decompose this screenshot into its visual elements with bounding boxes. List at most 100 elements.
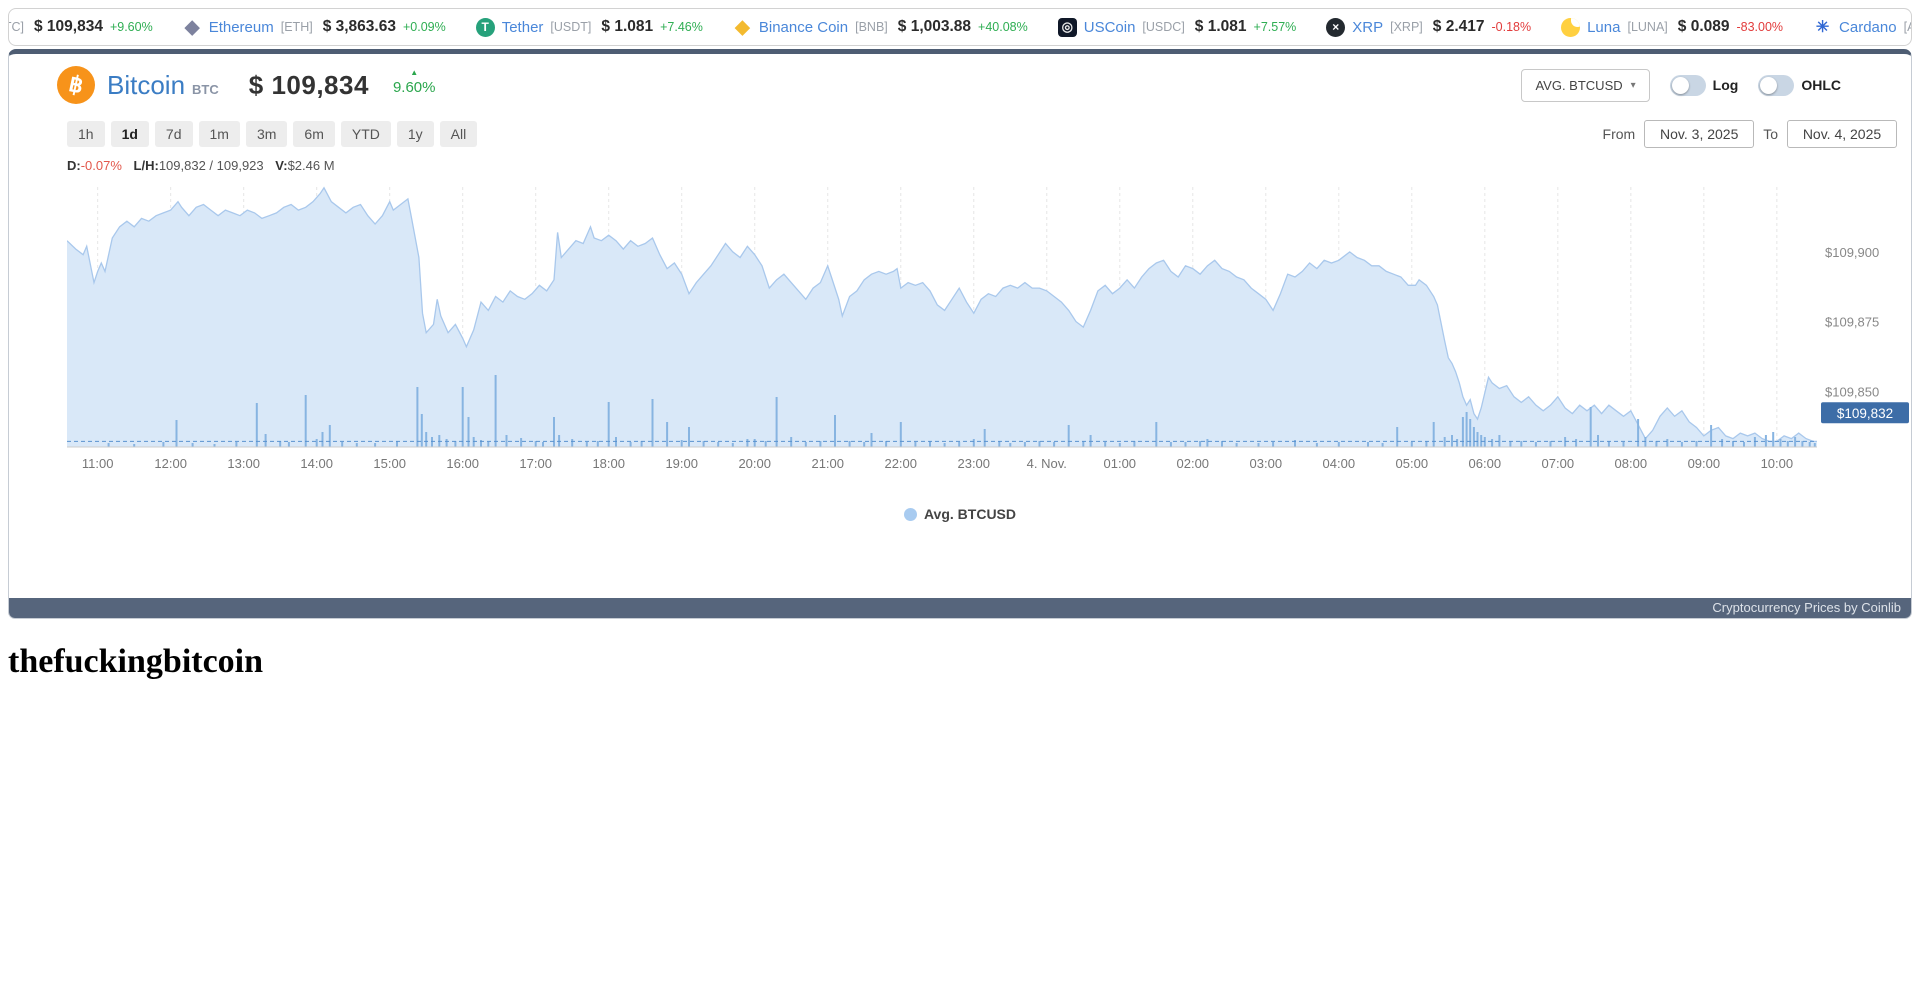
range-toolbar: 1h1d7d1m3m6m YTD1yAll From To <box>67 120 1897 148</box>
ticker-coin-name: XRP <box>1352 19 1383 36</box>
ticker-coin-price: $ 3,863.63 <box>323 18 396 36</box>
ticker-item-usdc[interactable]: ◎USCoin[USDC]$ 1.081+7.57% <box>1058 18 1297 37</box>
range-button-1h[interactable]: 1h <box>67 121 105 147</box>
y-axis-tick-label: $109,875 <box>1825 315 1879 330</box>
ticker-coin-symbol: [ETH] <box>281 20 313 34</box>
x-axis-tick-label: 12:00 <box>154 456 187 471</box>
bnb-icon: ◆ <box>733 18 752 37</box>
range-button-6m[interactable]: 6m <box>293 121 334 147</box>
price-chart[interactable]: 11:0012:0013:0014:0015:0016:0017:0018:00… <box>67 177 1912 482</box>
ticker-coin-change: -0.18% <box>1491 20 1531 34</box>
ticker-coin-symbol: [BNB] <box>855 20 888 34</box>
current-price-badge: $109,832 <box>1837 406 1893 421</box>
coin-name: Bitcoin <box>107 70 185 101</box>
widget-footer: Cryptocurrency Prices by Coinlib <box>9 598 1911 618</box>
x-axis-tick-label: 4. Nov. <box>1027 456 1067 471</box>
x-axis-tick-label: 21:00 <box>811 456 844 471</box>
ticker-coin-name: Cardano <box>1839 19 1897 36</box>
ohlc-toggle-label: OHLC <box>1801 77 1841 93</box>
x-axis-tick-label: 15:00 <box>373 456 406 471</box>
ticker-item-luna[interactable]: Luna[LUNA]$ 0.089-83.00% <box>1561 18 1783 37</box>
x-axis-tick-label: 14:00 <box>300 456 333 471</box>
range-button-1d[interactable]: 1d <box>111 121 149 147</box>
ticker-item-tether[interactable]: TTether[USDT]$ 1.081+7.46% <box>476 18 703 37</box>
legend-label: Avg. BTCUSD <box>924 506 1016 522</box>
page-title: thefuckingbitcoin <box>8 643 1912 681</box>
to-label: To <box>1763 126 1778 142</box>
ticker-item-xrp[interactable]: × XRP [XRP] $ 2.417 -0.18% <box>1326 18 1531 37</box>
bitcoin-chart-widget: ฿ Bitcoin BTC $ 109,834 ▲ 9.60% AVG. BTC… <box>8 49 1912 619</box>
x-axis-tick-label: 01:00 <box>1104 456 1137 471</box>
ticker-coin-change: +7.57% <box>1254 20 1297 34</box>
ticker-coin-symbol: [USDC] <box>1142 20 1184 34</box>
ticker-item-bitcoin[interactable]: ฿Bitcoin[BTC]$ 109,834+9.60% <box>8 18 153 37</box>
tether-icon: T <box>476 18 495 37</box>
ticker-coin-price: $ 1.081 <box>1195 18 1247 36</box>
usdc-icon: ◎ <box>1058 18 1077 37</box>
crypto-ticker-track: ฿Bitcoin[BTC]$ 109,834+9.60%◆Ethereum[ET… <box>8 9 1911 45</box>
ticker-coin-name: Ethereum <box>209 19 274 36</box>
ticker-item-ethereum[interactable]: ◆Ethereum[ETH]$ 3,863.63+0.09% <box>183 18 446 37</box>
stat-d-value: -0.07% <box>81 158 122 173</box>
xrp-icon: × <box>1326 18 1345 37</box>
from-date-input[interactable] <box>1644 120 1754 148</box>
pair-selector-dropdown[interactable]: AVG. BTCUSD ▾ <box>1521 69 1649 102</box>
x-axis-tick-label: 04:00 <box>1323 456 1356 471</box>
ohlc-toggle-track[interactable] <box>1758 75 1794 96</box>
ticker-item-cardano[interactable]: ✳Cardano[ADA]$ 0.57-49.31% <box>1813 18 1912 37</box>
x-axis-tick-label: 19:00 <box>665 456 698 471</box>
x-axis-tick-label: 22:00 <box>884 456 917 471</box>
ticker-coin-change: +40.08% <box>978 20 1028 34</box>
ticker-coin-price: $ 1.081 <box>601 18 653 36</box>
chart-header: ฿ Bitcoin BTC $ 109,834 ▲ 9.60% AVG. BTC… <box>9 54 1911 104</box>
x-axis-tick-label: 18:00 <box>592 456 625 471</box>
date-range-picker: From To <box>1603 120 1897 148</box>
log-toggle-track[interactable] <box>1670 75 1706 96</box>
x-axis-tick-label: 16:00 <box>446 456 479 471</box>
coin-price: $ 109,834 <box>249 70 369 101</box>
range-button-7d[interactable]: 7d <box>155 121 193 147</box>
ohlc-toggle-knob <box>1760 77 1777 94</box>
coinlib-credit-link[interactable]: Cryptocurrency Prices by Coinlib <box>1712 600 1901 615</box>
ticker-coin-price: $ 2.417 <box>1433 18 1485 36</box>
day-stats: D:-0.07% L/H:109,832 / 109,923 V:$2.46 M <box>67 158 1911 173</box>
x-axis-tick-label: 09:00 <box>1688 456 1721 471</box>
crypto-ticker-bar: ฿Bitcoin[BTC]$ 109,834+9.60%◆Ethereum[ET… <box>8 8 1912 46</box>
price-chart-svg[interactable]: 11:0012:0013:0014:0015:0016:0017:0018:00… <box>67 177 1912 477</box>
coin-change-percent: ▲ 9.60% <box>393 79 436 96</box>
ticker-coin-price: $ 109,834 <box>34 18 103 36</box>
ticker-item-bnb[interactable]: ◆Binance Coin[BNB]$ 1,003.88+40.08% <box>733 18 1028 37</box>
y-axis-tick-label: $109,900 <box>1825 245 1879 260</box>
stat-lh-value: 109,832 / 109,923 <box>159 158 264 173</box>
ohlc-toggle[interactable]: OHLC <box>1758 75 1841 96</box>
caret-down-icon: ▾ <box>1631 80 1636 91</box>
stat-d-label: D: <box>67 158 81 173</box>
log-toggle-knob <box>1672 77 1689 94</box>
log-toggle[interactable]: Log <box>1670 75 1739 96</box>
ticker-coin-symbol: [XRP] <box>1390 20 1423 34</box>
ticker-coin-symbol: [BTC] <box>8 20 24 34</box>
to-date-input[interactable] <box>1787 120 1897 148</box>
x-axis-tick-label: 20:00 <box>738 456 771 471</box>
coin-symbol: BTC <box>192 82 219 97</box>
range-button-all[interactable]: All <box>440 121 478 147</box>
cardano-icon: ✳ <box>1813 18 1832 37</box>
luna-icon <box>1561 18 1580 37</box>
ticker-coin-change: +7.46% <box>660 20 703 34</box>
x-axis-tick-label: 13:00 <box>227 456 260 471</box>
ticker-coin-name: Luna <box>1587 19 1620 36</box>
range-button-1y[interactable]: 1y <box>397 121 434 147</box>
range-button-3m[interactable]: 3m <box>246 121 287 147</box>
range-button-1m[interactable]: 1m <box>199 121 240 147</box>
chart-legend[interactable]: Avg. BTCUSD <box>9 506 1911 524</box>
ticker-coin-change: -83.00% <box>1736 20 1783 34</box>
ticker-coin-change: +0.09% <box>403 20 446 34</box>
x-axis-tick-label: 11:00 <box>82 456 114 471</box>
ticker-coin-name: Binance Coin <box>759 19 848 36</box>
x-axis-tick-label: 08:00 <box>1615 456 1648 471</box>
bitcoin-icon: ฿ <box>57 66 95 104</box>
ticker-coin-change: +9.60% <box>110 20 153 34</box>
range-button-ytd[interactable]: YTD <box>341 121 391 147</box>
x-axis-tick-label: 03:00 <box>1250 456 1283 471</box>
x-axis-tick-label: 05:00 <box>1396 456 1429 471</box>
